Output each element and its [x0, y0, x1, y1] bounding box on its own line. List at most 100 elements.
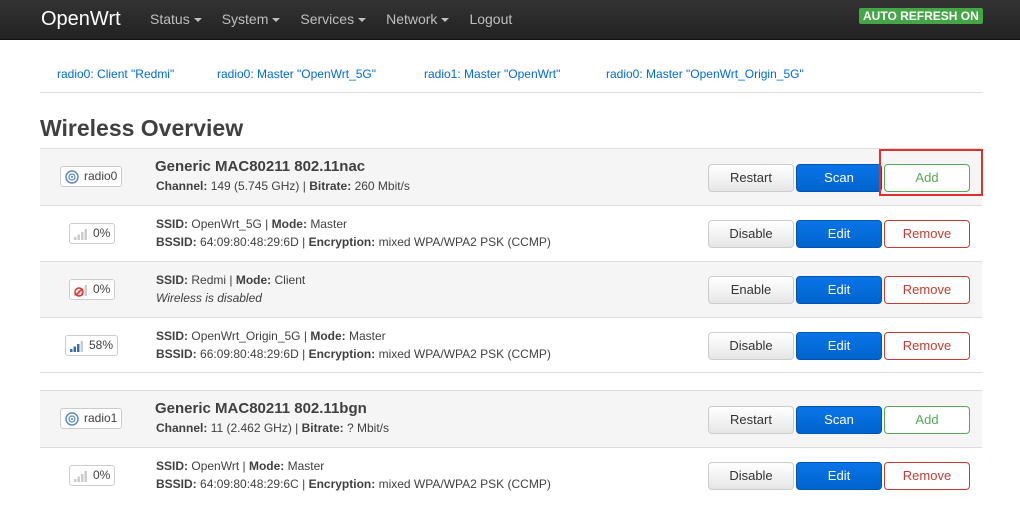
edit-button[interactable]: Edit [796, 332, 882, 360]
bitrate-value: ? Mbit/s [347, 421, 390, 435]
encryption-value: mixed WPA/WPA2 PSK (CCMP) [378, 477, 551, 491]
mode-value: Master [287, 459, 325, 473]
tab-radio0-master-openwrt-5g[interactable]: radio0: Master "OpenWrt_5G" [217, 67, 376, 81]
main-menu: Status System Services Network Logout [140, 0, 522, 40]
restart-button[interactable]: Restart [708, 406, 794, 434]
bssid-value: 64:09:80:48:29:6D [200, 235, 299, 249]
mode-value: Master [349, 329, 386, 343]
encryption-label: Encryption: [308, 477, 376, 491]
device-name: Generic MAC80211 802.11nac [155, 158, 366, 175]
bssid-value: 64:09:80:48:29:6C [200, 477, 299, 491]
disable-button[interactable]: Disable [708, 462, 794, 490]
caret-down-icon [272, 18, 281, 23]
tab-radio1-master-openwrt[interactable]: radio1: Master "OpenWrt" [424, 67, 560, 81]
caret-down-icon [193, 18, 202, 23]
signal-badge: 0% [69, 223, 116, 244]
radio-name: radio0 [84, 169, 118, 183]
ssid-label: SSID: [156, 273, 189, 287]
radio-name: radio1 [84, 411, 118, 425]
channel-value: 149 (5.745 GHz) [210, 179, 300, 193]
mode-label: Mode: [310, 329, 346, 343]
bssid-label: BSSID: [156, 235, 197, 249]
disable-button[interactable]: Disable [708, 332, 794, 360]
signal-58-icon [70, 340, 83, 352]
scan-button[interactable]: Scan [796, 406, 882, 434]
menu-network[interactable]: Network [376, 0, 459, 40]
ssid-label: SSID: [156, 329, 189, 343]
encryption-value: mixed WPA/WPA2 PSK (CCMP) [378, 235, 551, 249]
add-button[interactable]: Add [884, 406, 970, 434]
menu-status[interactable]: Status [140, 0, 212, 40]
signal-value: 0% [93, 226, 111, 240]
wifi-radio-icon [65, 411, 79, 426]
signal-disabled-icon [74, 284, 87, 297]
restart-button[interactable]: Restart [708, 164, 794, 192]
ssid-value: OpenWrt_Origin_5G [191, 329, 301, 343]
signal-value: 58% [89, 338, 114, 352]
device-info: Channel: 11 (2.462 GHz) | Bitrate: ? Mbi… [156, 421, 390, 435]
menu-services-label: Services [300, 11, 355, 27]
ssid-value: OpenWrt [191, 459, 240, 473]
caret-down-icon [441, 18, 450, 23]
device-info: Channel: 149 (5.745 GHz) | Bitrate: 260 … [156, 179, 410, 193]
signal-value: 0% [93, 468, 111, 482]
network-info: SSID: OpenWrt | Mode: Master BSSID: 64:0… [156, 459, 551, 491]
signal-0-icon [74, 228, 87, 240]
bssid-value: 66:09:80:48:29:6D [200, 347, 299, 361]
bssid-label: BSSID: [156, 477, 197, 491]
menu-status-label: Status [150, 11, 190, 27]
signal-value: 0% [93, 282, 111, 296]
ssid-value: Redmi [191, 273, 227, 287]
wifi-radio-icon [65, 169, 79, 184]
brand-logo[interactable]: OpenWrt [41, 8, 121, 31]
channel-label: Channel: [156, 179, 208, 193]
network-info: SSID: Redmi | Mode: Client Wireless is d… [156, 273, 306, 305]
signal-badge: 58% [65, 335, 119, 356]
bitrate-label: Bitrate: [309, 179, 352, 193]
top-navbar: OpenWrt Status System Services Network L… [0, 0, 1020, 40]
mode-label: Mode: [271, 217, 307, 231]
tab-radio0-client-redmi[interactable]: radio0: Client "Redmi" [57, 67, 174, 81]
menu-system-label: System [221, 11, 269, 27]
edit-button[interactable]: Edit [796, 220, 882, 248]
encryption-label: Encryption: [308, 347, 376, 361]
edit-button[interactable]: Edit [796, 462, 882, 490]
network-row: 0% SSID: OpenWrt | Mode: Master BSSID: 6… [40, 447, 982, 503]
radio-badge: radio0 [60, 166, 123, 187]
network-info: SSID: OpenWrt_5G | Mode: Master BSSID: 6… [156, 217, 551, 249]
menu-system[interactable]: System [212, 0, 291, 40]
signal-badge: 0% [69, 279, 116, 300]
menu-services[interactable]: Services [290, 0, 376, 40]
menu-network-label: Network [386, 11, 438, 27]
ssid-value: OpenWrt_5G [191, 217, 262, 231]
channel-label: Channel: [156, 421, 208, 435]
encryption-value: mixed WPA/WPA2 PSK (CCMP) [378, 347, 551, 361]
signal-badge: 0% [69, 465, 116, 486]
mode-value: Master [310, 217, 347, 231]
remove-button[interactable]: Remove [884, 332, 970, 360]
auto-refresh-badge[interactable]: AUTO REFRESH ON [859, 8, 983, 24]
tab-radio0-master-openwrt-origin-5g[interactable]: radio0: Master "OpenWrt_Origin_5G" [606, 67, 804, 81]
page-title: Wireless Overview [40, 115, 244, 141]
enable-button[interactable]: Enable [708, 276, 794, 304]
disable-button[interactable]: Disable [708, 220, 794, 248]
network-row: 0% SSID: Redmi | Mode: Client Wireless i… [40, 261, 982, 317]
menu-logout[interactable]: Logout [459, 0, 522, 40]
signal-0-icon [74, 470, 87, 482]
remove-button[interactable]: Remove [884, 462, 970, 490]
network-row: 0% SSID: OpenWrt_5G | Mode: Master BSSID… [40, 205, 982, 261]
device-row-radio0: radio0 Generic MAC80211 802.11nac Channe… [40, 148, 982, 205]
mode-label: Mode: [248, 459, 285, 473]
remove-button[interactable]: Remove [884, 220, 970, 248]
bitrate-label: Bitrate: [301, 421, 344, 435]
caret-down-icon [358, 18, 367, 23]
bitrate-value: 260 Mbit/s [354, 179, 410, 193]
menu-logout-label: Logout [469, 11, 513, 27]
ssid-label: SSID: [156, 217, 189, 231]
device-row-radio1: radio1 Generic MAC80211 802.11bgn Channe… [40, 390, 982, 447]
radio-badge: radio1 [60, 408, 123, 429]
ssid-label: SSID: [156, 459, 189, 473]
scan-button[interactable]: Scan [796, 164, 882, 192]
edit-button[interactable]: Edit [796, 276, 882, 304]
remove-button[interactable]: Remove [884, 276, 970, 304]
